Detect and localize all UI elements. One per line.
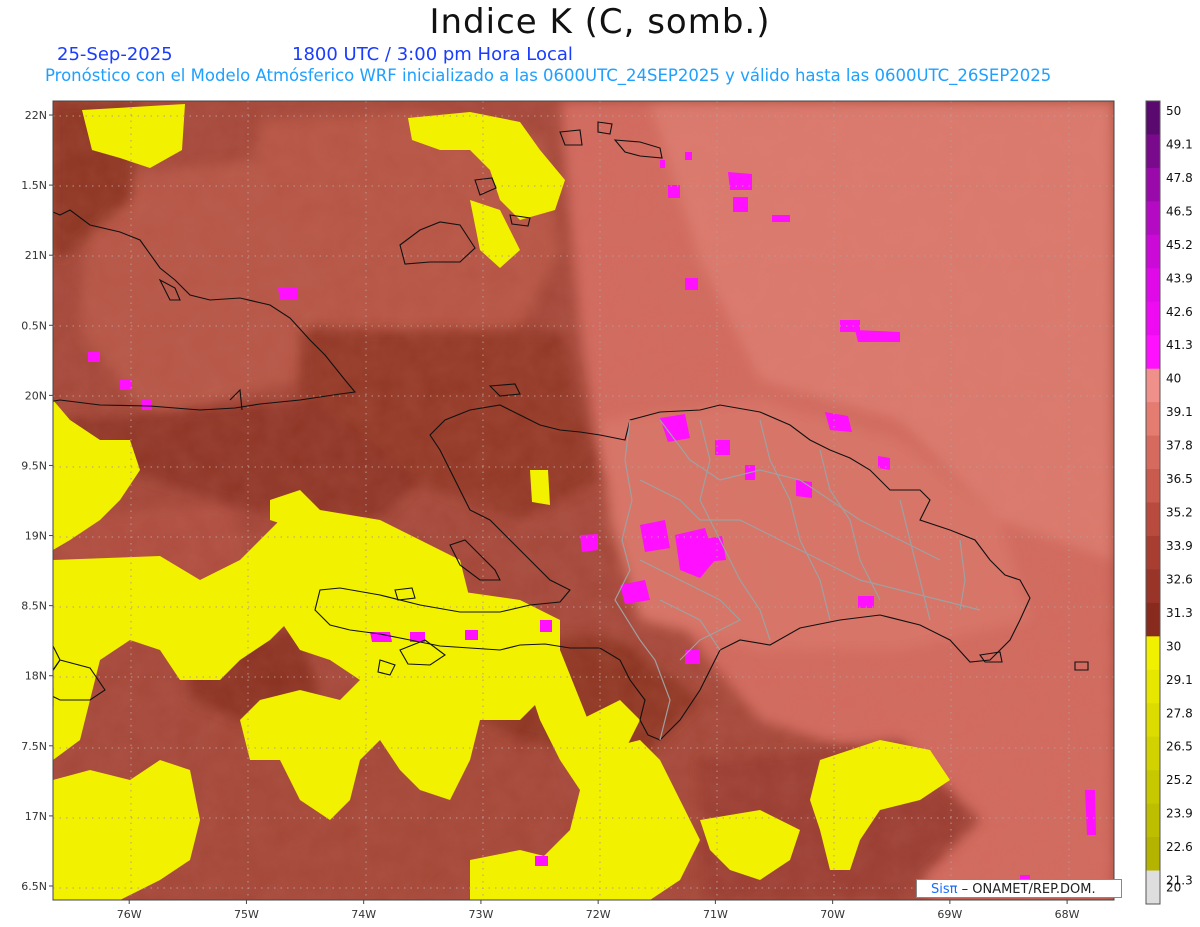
colorbar-swatch [1146, 134, 1160, 169]
colorbar-label: 37.8 [1166, 439, 1193, 453]
lat-tick-label: 8.5N [21, 600, 47, 613]
lat-tick-label: 17N [25, 810, 47, 823]
lat-tick-label: 19N [25, 530, 47, 543]
colorbar-label: 49.1 [1166, 137, 1193, 151]
colorbar-swatch [1146, 335, 1160, 370]
colorbar-swatch [1146, 770, 1160, 805]
colorbar-swatch [1146, 301, 1160, 336]
colorbar-label: 30 [1166, 639, 1181, 653]
lon-tick-label: 71W [703, 908, 728, 921]
colorbar-swatch [1146, 368, 1160, 403]
colorbar-swatch [1146, 703, 1160, 738]
lon-tick-label: 74W [351, 908, 376, 921]
lat-tick-label: 22N [25, 109, 47, 122]
colorbar-label: 27.8 [1166, 706, 1193, 720]
colorbar-label: 23.9 [1166, 807, 1193, 821]
colorbar-label: 36.5 [1166, 472, 1193, 486]
colorbar-label: 45.2 [1166, 238, 1193, 252]
colorbar-swatch [1146, 469, 1160, 503]
colorbar-swatch [1146, 167, 1160, 202]
colorbar-swatch [1146, 602, 1160, 637]
colorbar-label: 22.6 [1166, 840, 1193, 854]
colorbar-label: 35.2 [1166, 506, 1193, 520]
longitude-axis: 76W 75W 74W 73W 72W 71W 70W 69W 68W [117, 900, 1080, 921]
credit-text: – ONAMET/REP.DOM. [961, 882, 1096, 897]
lon-tick-label: 72W [586, 908, 611, 921]
colorbar-label: 29.1 [1166, 673, 1193, 687]
lat-tick-label: 0.5N [21, 319, 47, 332]
colorbar-label: 32.6 [1166, 572, 1193, 586]
colorbar-swatch [1146, 636, 1160, 671]
lon-tick-label: 75W [234, 908, 259, 921]
lat-tick-label: 6.5N [21, 880, 47, 893]
map-area [53, 101, 1114, 900]
colorbar-label: 20 [1166, 880, 1181, 894]
colorbar-label: 42.6 [1166, 305, 1193, 319]
colorbar-swatch [1146, 803, 1160, 838]
colorbar-swatch [1146, 669, 1160, 704]
colorbar-swatch [1146, 402, 1160, 437]
colorbar-label: 41.3 [1166, 338, 1193, 352]
lat-tick-label: 1.5N [21, 179, 47, 192]
colorbar-swatch [1146, 837, 1160, 872]
lon-tick-label: 76W [117, 908, 142, 921]
lat-tick-label: 18N [25, 670, 47, 683]
colorbar-swatch [1146, 535, 1160, 570]
colorbar-label: 39.1 [1166, 405, 1193, 419]
lat-tick-label: 9.5N [21, 459, 47, 472]
sispi-logo: Sisπ [931, 882, 958, 897]
lat-tick-label: 7.5N [21, 740, 47, 753]
colorbar-label: 43.9 [1166, 271, 1193, 285]
colorbar-swatch [1146, 435, 1160, 470]
lon-tick-label: 68W [1055, 908, 1080, 921]
colorbar-label: 50 [1166, 104, 1181, 118]
colorbar-swatch [1146, 502, 1160, 537]
lon-tick-label: 70W [820, 908, 845, 921]
lon-tick-label: 73W [468, 908, 493, 921]
colorbar-swatch [1146, 569, 1160, 604]
colorbar-label: 26.5 [1166, 740, 1193, 754]
colorbar-swatch [1146, 234, 1160, 269]
lat-tick-label: 21N [25, 249, 47, 262]
colorbar-label: 31.3 [1166, 606, 1193, 620]
colorbar-swatch [1146, 201, 1160, 236]
colorbar-swatch [1146, 736, 1160, 771]
colorbar-label: 47.8 [1166, 171, 1193, 185]
credit-box: Sisπ – ONAMET/REP.DOM. [916, 879, 1122, 898]
colorbar-label: 46.5 [1166, 204, 1193, 218]
lon-tick-label: 69W [937, 908, 962, 921]
map-figure: 22N 1.5N 21N 0.5N 20N 9.5N 19N 8.5N 18N 7.5N 17N 6.… [21, 100, 1193, 921]
lat-tick-label: 20N [25, 389, 47, 402]
colorbar-label: 25.2 [1166, 773, 1193, 787]
colorbar-swatch [1146, 870, 1160, 905]
colorbar-swatch [1146, 268, 1160, 303]
latitude-axis: 22N 1.5N 21N 0.5N 20N 9.5N 19N 8.5N 18N 7.5N 17N 6.… [21, 109, 53, 893]
colorbar: 50 49.1 47.8 46.5 45.2 43.9 42.6 41.3 40 39.1 37.8… [1145, 100, 1193, 905]
colorbar-label: 33.9 [1166, 539, 1193, 553]
colorbar-label: 40 [1166, 372, 1181, 386]
colorbar-swatch [1146, 101, 1160, 135]
